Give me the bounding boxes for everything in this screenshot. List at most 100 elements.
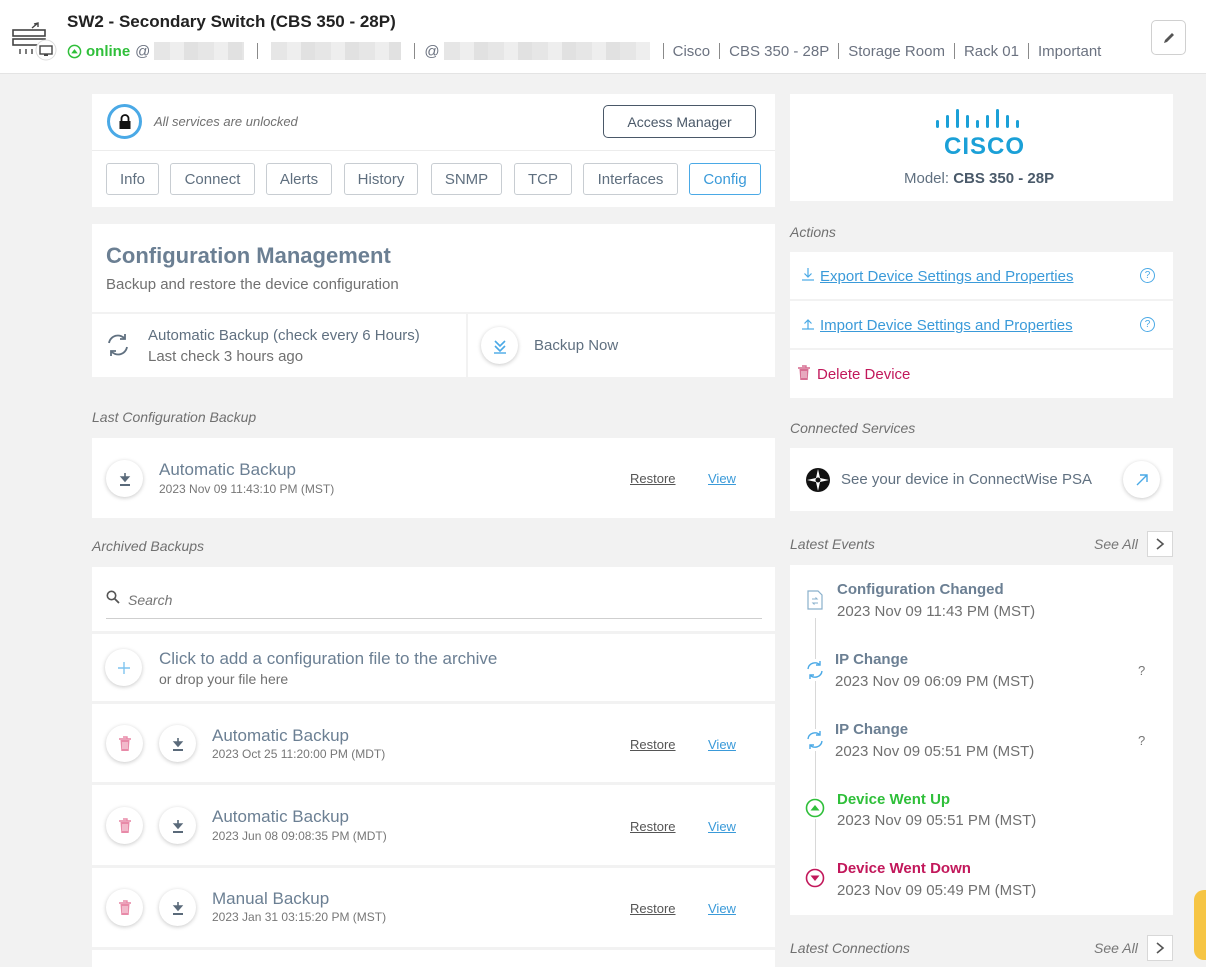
archive-download-button[interactable] (159, 889, 196, 926)
ip-at-symbol: @ (135, 42, 151, 60)
last-backup-restore-link[interactable]: Restore (630, 471, 676, 486)
brand-model: Model: CBS 350 - 28P (904, 170, 1054, 187)
upload-arrow-icon (801, 316, 815, 335)
trash-icon (118, 817, 131, 833)
online-label: online (86, 42, 131, 60)
brand-logo-text: CISCO (944, 133, 1026, 160)
archive-restore-link[interactable]: Restore (630, 737, 676, 752)
last-backup-name: Automatic Backup (159, 460, 297, 479)
export-help-icon[interactable]: ? (1140, 268, 1155, 283)
trash-icon (797, 365, 811, 386)
device-header: SW2 - Secondary Switch (CBS 350 - 28P) o… (0, 0, 1206, 74)
archive-row (92, 950, 775, 967)
archive-download-button[interactable] (159, 807, 196, 844)
divider (257, 43, 259, 59)
archive-delete-button[interactable] (106, 807, 143, 844)
redacted-mac (271, 42, 402, 60)
auto-backup-card (92, 314, 466, 377)
events-see-all-button[interactable] (1147, 531, 1173, 557)
divider (719, 43, 721, 59)
event-date: 2023 Nov 09 05:51 PM (MST) (837, 812, 1037, 829)
archive-date: 2023 Oct 25 11:20:00 PM (MDT) (212, 747, 386, 761)
edit-device-button[interactable] (1151, 20, 1186, 55)
tab-connect[interactable]: Connect (170, 163, 255, 195)
connectwise-open-button[interactable] (1123, 461, 1160, 498)
redacted-hostname (443, 42, 650, 60)
tab-history[interactable]: History (344, 163, 418, 195)
device-rack: Rack 01 (963, 42, 1019, 60)
connections-see-all-link[interactable]: See All (1094, 940, 1138, 956)
archive-view-link[interactable]: View (708, 737, 736, 752)
page-title: Configuration Management (106, 243, 391, 268)
backup-now-icon-button[interactable] (481, 327, 518, 364)
document-icon (804, 589, 826, 611)
auto-backup-label: Automatic Backup (check every 6 Hours) (148, 327, 420, 344)
archive-download-button[interactable] (159, 725, 196, 762)
event-date: 2023 Nov 09 11:43 PM (MST) (837, 603, 1036, 620)
download-icon (119, 472, 130, 486)
lock-icon (107, 104, 142, 139)
archive-restore-link[interactable]: Restore (630, 901, 676, 916)
export-settings-link[interactable]: Export Device Settings and Properties (820, 268, 1073, 285)
redacted-ip (154, 42, 245, 60)
tab-tcp[interactable]: TCP (514, 163, 572, 195)
last-backup-view-link[interactable]: View (708, 471, 736, 486)
delete-device-button[interactable]: Delete Device (817, 366, 910, 383)
event-title: IP Change (835, 721, 909, 738)
event-date: 2023 Nov 09 05:51 PM (MST) (835, 743, 1035, 760)
connectwise-logo-icon (805, 467, 831, 498)
archive-date: 2023 Jan 31 03:15:20 PM (MST) (212, 910, 387, 924)
trash-icon (118, 899, 131, 915)
event-date: 2023 Nov 09 05:49 PM (MST) (837, 882, 1037, 899)
tab-config[interactable]: Config (689, 163, 761, 195)
divider (414, 43, 416, 59)
event-title: Configuration Changed (837, 581, 1004, 598)
feedback-tab[interactable] (1194, 890, 1206, 960)
device-down-icon (804, 867, 826, 889)
archive-restore-link[interactable]: Restore (630, 819, 676, 834)
tab-info[interactable]: Info (106, 163, 159, 195)
access-manager-button[interactable]: Access Manager (603, 105, 756, 138)
device-tag: Important (1037, 42, 1102, 60)
download-icon (172, 737, 183, 751)
event-title: Device Went Down (837, 860, 971, 877)
services-unlocked-text: All services are unlocked (154, 114, 298, 129)
online-arrow-up-icon (67, 44, 82, 58)
switch-icon (12, 22, 58, 62)
import-help-icon[interactable]: ? (1140, 317, 1155, 332)
archive-delete-button[interactable] (106, 725, 143, 762)
tab-snmp[interactable]: SNMP (431, 163, 502, 195)
host-at-symbol: @ (424, 42, 440, 60)
tab-alerts[interactable]: Alerts (266, 163, 332, 195)
archive-view-link[interactable]: View (708, 901, 736, 916)
device-title: SW2 - Secondary Switch (CBS 350 - 28P) (67, 12, 396, 31)
device-location: Storage Room (848, 42, 945, 60)
divider (838, 43, 840, 59)
connectwise-text: See your device in ConnectWise PSA (841, 471, 1092, 488)
event-title: IP Change (835, 651, 909, 668)
search-input[interactable] (128, 589, 748, 611)
divider (953, 43, 955, 59)
add-config-button[interactable] (105, 649, 142, 686)
event-title: Device Went Up (837, 791, 951, 808)
archived-section-label: Archived Backups (92, 538, 205, 554)
last-check-text: Last check 3 hours ago (148, 348, 304, 365)
add-config-subtitle: or drop your file here (159, 671, 289, 687)
import-settings-link[interactable]: Import Device Settings and Properties (820, 317, 1073, 334)
archive-delete-button[interactable] (106, 889, 143, 926)
chevron-right-icon (1156, 942, 1165, 954)
archive-view-link[interactable]: View (708, 819, 736, 834)
download-icon (172, 901, 183, 915)
device-up-icon (804, 797, 826, 819)
connections-see-all-button[interactable] (1147, 935, 1173, 961)
tab-interfaces[interactable]: Interfaces (583, 163, 678, 195)
download-icon (172, 819, 183, 833)
events-see-all-link[interactable]: See All (1094, 536, 1138, 552)
last-backup-date: 2023 Nov 09 11:43:10 PM (MST) (159, 482, 335, 496)
connected-services-label: Connected Services (790, 420, 916, 436)
last-backup-download-button[interactable] (106, 460, 143, 497)
event-help-icon[interactable]: ? (1138, 733, 1145, 748)
event-help-icon[interactable]: ? (1138, 663, 1145, 678)
ip-change-sync-icon (804, 659, 826, 681)
backup-now-label[interactable]: Backup Now (534, 337, 618, 354)
